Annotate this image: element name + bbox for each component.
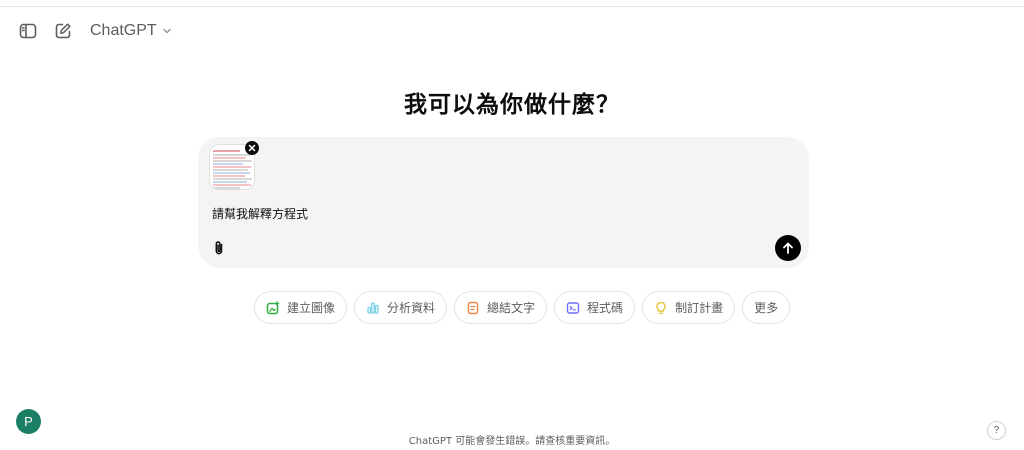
help-icon: ? (993, 425, 1000, 436)
bar-chart-icon (366, 301, 380, 315)
suggestion-analyze-data[interactable]: 分析資料 (354, 291, 448, 324)
sidebar-toggle-button[interactable] (16, 19, 40, 43)
model-selector[interactable]: ChatGPT (84, 17, 178, 45)
remove-attachment-button[interactable] (245, 141, 259, 155)
send-button[interactable] (775, 235, 801, 261)
suggestion-label: 分析資料 (387, 301, 436, 315)
suggestion-create-image[interactable]: 建立圖像 (254, 291, 348, 324)
top-divider (0, 6, 1024, 7)
prompt-input[interactable]: 請幫我解釋方程式 (212, 205, 308, 222)
avatar[interactable]: P (16, 409, 41, 434)
arrow-up-icon (783, 242, 793, 254)
suggestion-chips: 建立圖像 分析資料 總結文字 程式碼 制訂計畫 更多 (254, 291, 791, 324)
paperclip-icon (215, 241, 223, 255)
suggestion-label: 程式碼 (587, 301, 624, 315)
new-chat-button[interactable] (51, 19, 75, 43)
image-create-icon (266, 300, 280, 315)
code-terminal-icon (566, 301, 580, 315)
suggestion-make-plan[interactable]: 制訂計畫 (642, 291, 736, 324)
sidebar-toggle-icon (19, 23, 37, 39)
suggestion-summarize-text[interactable]: 總結文字 (454, 291, 548, 324)
chevron-down-icon (163, 28, 171, 34)
help-button[interactable]: ? (987, 421, 1006, 440)
document-icon (466, 301, 480, 315)
attach-file-button[interactable] (209, 238, 229, 258)
close-icon (248, 144, 256, 152)
new-chat-icon (55, 23, 71, 39)
header: ChatGPT (0, 14, 1024, 48)
suggestion-label: 更多 (754, 301, 779, 315)
suggestion-label: 建立圖像 (287, 301, 336, 315)
suggestion-label: 制訂計畫 (675, 301, 724, 315)
disclaimer: ChatGPT 可能會發生錯誤。請查核重要資訊。 (408, 436, 616, 447)
suggestion-label: 總結文字 (487, 301, 536, 315)
suggestion-more[interactable]: 更多 (742, 291, 791, 324)
model-name: ChatGPT (90, 22, 157, 39)
composer[interactable]: 請幫我解釋方程式 (198, 137, 809, 268)
lightbulb-icon (654, 301, 668, 315)
suggestion-code[interactable]: 程式碼 (554, 291, 636, 324)
avatar-letter: P (24, 414, 33, 429)
page-title: 我可以為你做什麼？ (404, 92, 620, 118)
